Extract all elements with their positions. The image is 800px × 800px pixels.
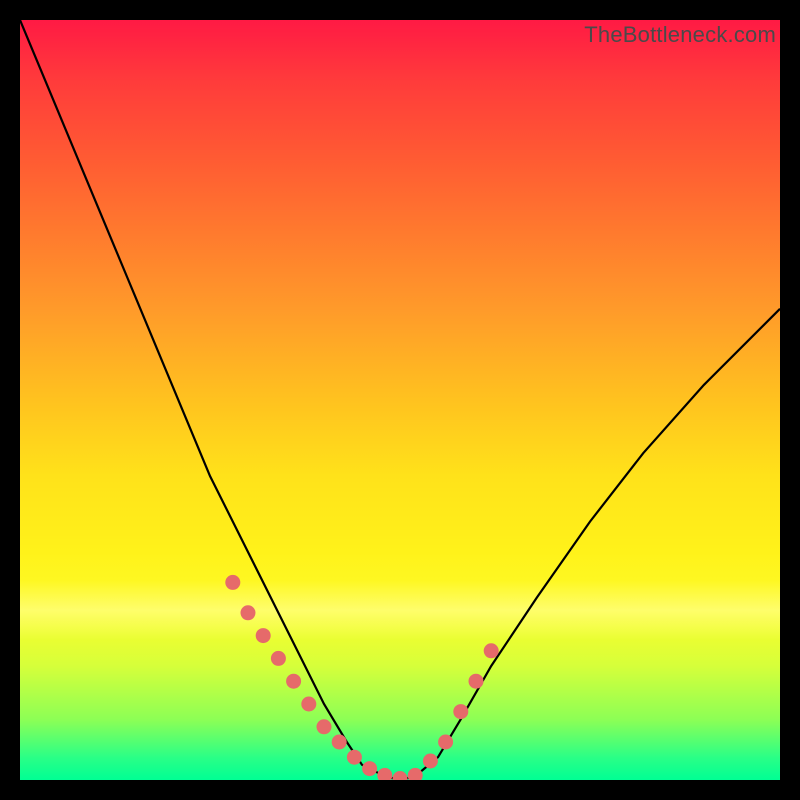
marker-point <box>317 719 332 734</box>
marker-point <box>377 768 392 780</box>
marker-point <box>301 697 316 712</box>
chart-frame: TheBottleneck.com <box>20 20 780 780</box>
marker-point <box>332 735 347 750</box>
marker-point <box>225 575 240 590</box>
watermark-text: TheBottleneck.com <box>584 22 776 48</box>
marker-point <box>484 643 499 658</box>
marker-point <box>347 750 362 765</box>
marker-point <box>256 628 271 643</box>
marker-point <box>362 761 377 776</box>
marker-point <box>469 674 484 689</box>
marker-point <box>286 674 301 689</box>
bottleneck-curve-svg <box>20 20 780 780</box>
marker-point <box>393 771 408 780</box>
marker-point <box>438 735 453 750</box>
marker-point <box>241 605 256 620</box>
marker-point <box>408 768 423 780</box>
marker-point <box>271 651 286 666</box>
marker-point <box>423 754 438 769</box>
marker-point <box>453 704 468 719</box>
bottleneck-curve-path <box>20 20 780 780</box>
marker-group <box>225 575 498 780</box>
